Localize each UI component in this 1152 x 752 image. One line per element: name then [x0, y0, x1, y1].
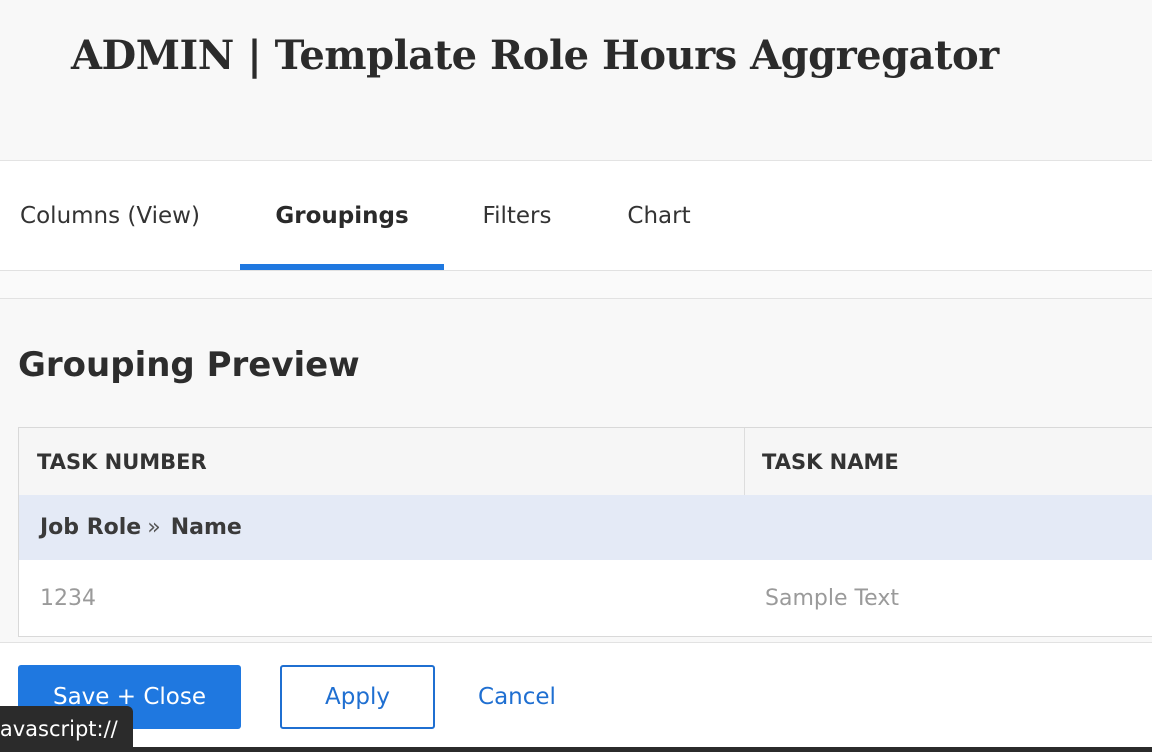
double-chevron-right-icon: »	[147, 515, 161, 540]
apply-button[interactable]: Apply	[280, 665, 435, 729]
tab-columns-view[interactable]: Columns (View)	[0, 161, 220, 270]
tabs-bar: Columns (View) Groupings Filters Chart	[0, 161, 1152, 271]
group-level-name: Name	[170, 515, 242, 540]
cell-task-number: 1234	[40, 585, 96, 611]
grid-header: TASK NUMBER TASK NAME	[19, 428, 1152, 496]
preview-grid: TASK NUMBER TASK NAME Job Role » Name 12…	[18, 427, 1152, 637]
page-header: ADMIN | Template Role Hours Aggregator	[0, 0, 1152, 161]
active-tab-indicator	[240, 264, 444, 270]
group-level-job-role: Job Role	[40, 515, 142, 540]
page-title: ADMIN | Template Role Hours Aggregator	[71, 32, 999, 79]
section-title: Grouping Preview	[18, 345, 360, 385]
column-header-task-number[interactable]: TASK NUMBER	[37, 428, 207, 495]
tab-chart[interactable]: Chart	[604, 161, 714, 270]
bottom-edge	[0, 747, 1152, 752]
tab-groupings[interactable]: Groupings	[240, 161, 444, 270]
table-row: 1234 Sample Text	[19, 560, 1152, 636]
status-bar-url: javascript://	[0, 706, 133, 752]
status-bar-url-text: javascript://	[0, 717, 118, 741]
column-header-task-name[interactable]: TASK NAME	[762, 428, 899, 495]
grouping-preview-panel: Grouping Preview TASK NUMBER TASK NAME J…	[0, 298, 1152, 643]
group-row: Job Role » Name	[19, 495, 1152, 560]
footer-actions: Save + Close Apply Cancel	[0, 642, 1152, 752]
cancel-button[interactable]: Cancel	[458, 665, 576, 729]
cell-task-name: Sample Text	[765, 585, 899, 611]
tab-filters[interactable]: Filters	[460, 161, 574, 270]
